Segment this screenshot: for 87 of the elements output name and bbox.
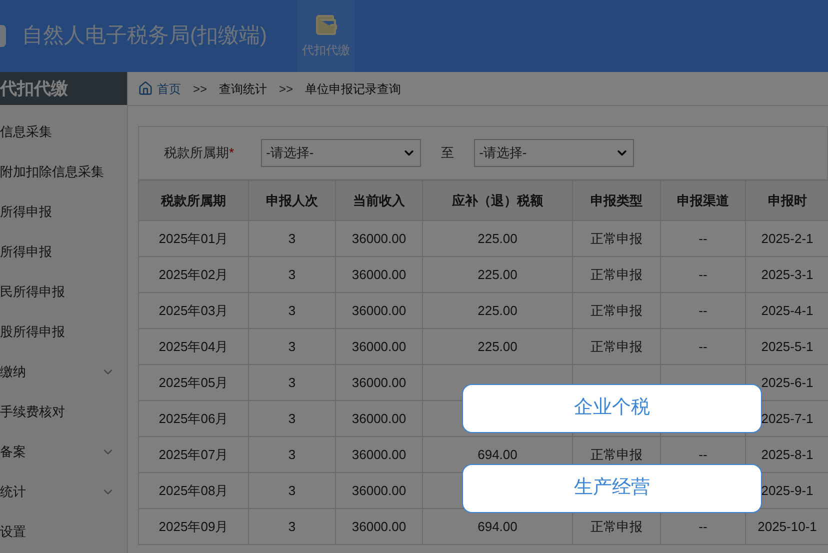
sidebar-item[interactable]: 设置 [0, 512, 127, 552]
table-cell: 正常申报 [590, 302, 642, 318]
table-cell: 2025年05月 [158, 374, 228, 390]
table-cell: 3 [288, 230, 296, 246]
table-cell: 正常申报 [590, 266, 642, 282]
filter-label: 税款所属期* [164, 144, 234, 162]
logo-icon [0, 25, 6, 47]
table-cell: 2025年02月 [158, 266, 228, 282]
sidebar-item[interactable]: 附加扣除信息采集 [0, 152, 127, 192]
table-cell: 3 [288, 410, 296, 426]
table-cell: 2025-7-1 [761, 410, 814, 426]
table-cell: 2025年09月 [158, 518, 228, 534]
column-header: 当前收入 [336, 180, 422, 220]
table-cell: 2025-5-1 [761, 338, 814, 354]
table-cell: 36000.00 [352, 230, 406, 246]
sidebar-item[interactable]: 统计 [0, 472, 127, 512]
table-cell: 36000.00 [352, 338, 406, 354]
table-cell: 2025-8-1 [761, 446, 814, 462]
table-cell: 225.00 [478, 338, 518, 354]
table-cell: 2025年03月 [158, 302, 228, 318]
table-cell: 36000.00 [352, 446, 406, 462]
table-cell: 225.00 [478, 230, 518, 246]
sidebar-item[interactable]: 股所得申报 [0, 312, 127, 352]
table-cell: -- [698, 518, 708, 534]
breadcrumb-separator: >> [279, 80, 294, 98]
sidebar-item[interactable]: 民所得申报 [0, 272, 127, 312]
table-cell: 3 [288, 338, 296, 354]
wallet-icon [314, 13, 338, 37]
column-header: 税款所属期 [138, 180, 248, 220]
table-cell: -- [698, 230, 708, 246]
table-cell: 2025-3-1 [761, 266, 814, 282]
column-header: 申报时 [746, 180, 828, 220]
table-cell: 36000.00 [352, 266, 406, 282]
table-cell: 2025年01月 [158, 230, 228, 246]
sidebar-item[interactable]: 手续费核对 [0, 392, 127, 432]
period-to-select[interactable]: -请选择- [474, 139, 634, 167]
breadcrumb-item[interactable]: 单位申报记录查询 [305, 80, 402, 98]
breadcrumb-separator: >> [193, 80, 208, 98]
period-from-select[interactable]: -请选择- [261, 139, 422, 167]
sidebar-item[interactable]: 所得申报 [0, 232, 127, 272]
table-cell: 3 [288, 482, 296, 498]
range-separator: 至 [441, 144, 454, 162]
column-header: 申报渠道 [660, 180, 746, 220]
table-cell: -- [698, 446, 708, 462]
table-cell: 3 [288, 374, 296, 390]
table-cell: 3 [288, 446, 296, 462]
table-cell: 2025-9-1 [761, 482, 814, 498]
sidebar-item[interactable]: 备案 [0, 432, 127, 472]
app-title: 自然人电子税务局(扣缴端) [22, 23, 267, 50]
option-button[interactable]: 企业个税 [462, 384, 762, 433]
table-cell: -- [698, 266, 708, 282]
column-header: 申报类型 [572, 180, 660, 220]
sidebar-item[interactable]: 缴纳 [0, 352, 127, 392]
breadcrumb-link[interactable]: 首页 [157, 80, 181, 98]
table-cell: 225.00 [478, 266, 518, 282]
column-header: 应补（退）税额 [422, 180, 572, 220]
table-cell: 2025年08月 [158, 482, 228, 498]
table-cell: 3 [288, 302, 296, 318]
option-button[interactable]: 生产经营 [462, 464, 762, 513]
table-cell: 2025年04月 [158, 338, 228, 354]
table-cell: 2025-2-1 [761, 230, 814, 246]
breadcrumb-item[interactable]: 查询统计 [219, 80, 268, 98]
table-cell: 694.00 [478, 518, 518, 534]
table-cell: 36000.00 [352, 518, 406, 534]
table-cell: 36000.00 [352, 374, 406, 390]
table-cell: 694.00 [478, 446, 518, 462]
table-cell: -- [698, 338, 708, 354]
table-cell: 36000.00 [352, 410, 406, 426]
table-cell: -- [698, 302, 708, 318]
home-icon [138, 81, 153, 96]
table-cell: 2025年07月 [158, 446, 228, 462]
table-cell: 正常申报 [590, 446, 642, 462]
table-cell: 225.00 [478, 302, 518, 318]
table-cell: 正常申报 [590, 518, 642, 534]
sidebar-item[interactable]: 所得申报 [0, 192, 127, 232]
column-header: 申报人次 [248, 180, 336, 220]
table-cell: 36000.00 [352, 302, 406, 318]
table-cell: 2025-6-1 [761, 374, 814, 390]
table-cell: 2025-10-1 [758, 518, 817, 534]
table-cell: 正常申报 [590, 338, 642, 354]
table-cell: 2025年06月 [158, 410, 228, 426]
table-cell: 3 [288, 266, 296, 282]
table-cell: 2025-4-1 [761, 302, 814, 318]
table-cell: 36000.00 [352, 482, 406, 498]
table-cell: 3 [288, 518, 296, 534]
table-cell: 正常申报 [590, 230, 642, 246]
sidebar-item[interactable]: 信息采集 [0, 112, 127, 152]
